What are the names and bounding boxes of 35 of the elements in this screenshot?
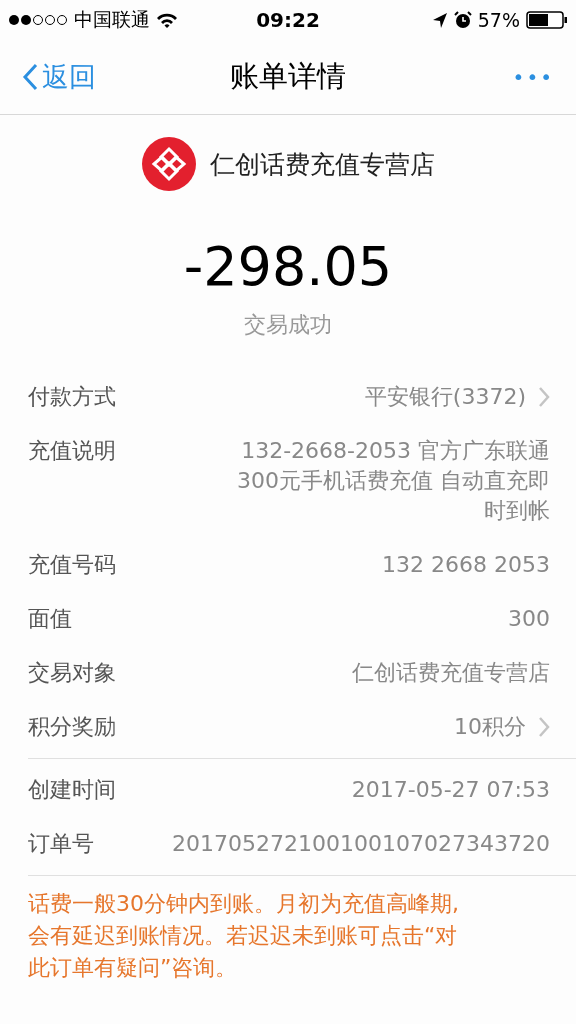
- field-value: 132 2668 2053: [382, 551, 550, 579]
- alarm-icon: [453, 11, 472, 29]
- more-button[interactable]: •••: [512, 65, 554, 89]
- back-button[interactable]: 返回: [22, 59, 230, 95]
- field-value: 仁创话费充值专营店: [352, 659, 550, 687]
- field-value: 201705272100100107027343720: [172, 830, 550, 858]
- location-icon: [431, 12, 448, 28]
- amount: -298.05: [183, 235, 393, 298]
- carrier-name: 中国联通: [74, 7, 150, 32]
- notice-text: 话费一般30分钟内到账。月初为充值高峰期, 会有延迟到账情况。若迟迟未到账可点击“对 此订单有疑问”咨询。: [28, 890, 460, 982]
- field-value: 300: [508, 605, 550, 633]
- page-title: 账单详情: [230, 58, 346, 95]
- field-label: 充值号码: [28, 551, 116, 579]
- battery-icon: [526, 11, 568, 29]
- field-label: 交易对象: [28, 659, 116, 687]
- signal-icon: [8, 14, 68, 26]
- field-label: 订单号: [28, 830, 94, 858]
- chevron-icon: [538, 716, 550, 738]
- transaction-status: 交易成功: [244, 311, 332, 339]
- field-label: 付款方式: [28, 383, 116, 411]
- merchant-name: 仁创话费充值专营店: [209, 148, 435, 181]
- merchant-logo-icon: [141, 137, 196, 191]
- field-label: 面值: [28, 605, 72, 633]
- wifi-icon: [156, 12, 178, 28]
- field-link[interactable]: 10积分: [454, 712, 550, 742]
- battery-percent: 57%: [477, 9, 520, 31]
- field-value: 132-2668-2053 官方广东联通 300元手机话费充值 自动直充即 时到帐: [237, 437, 550, 525]
- field-label: 充值说明: [28, 437, 116, 465]
- field-label: 创建时间: [28, 776, 116, 804]
- field-value: 2017-05-27 07:53: [351, 776, 550, 804]
- field-label: 积分奖励: [28, 713, 116, 741]
- clock-time: 09:22: [256, 8, 320, 32]
- chevron-icon: [538, 386, 550, 408]
- back-icon: [22, 63, 38, 91]
- field-link[interactable]: 平安银行(3372): [364, 382, 550, 412]
